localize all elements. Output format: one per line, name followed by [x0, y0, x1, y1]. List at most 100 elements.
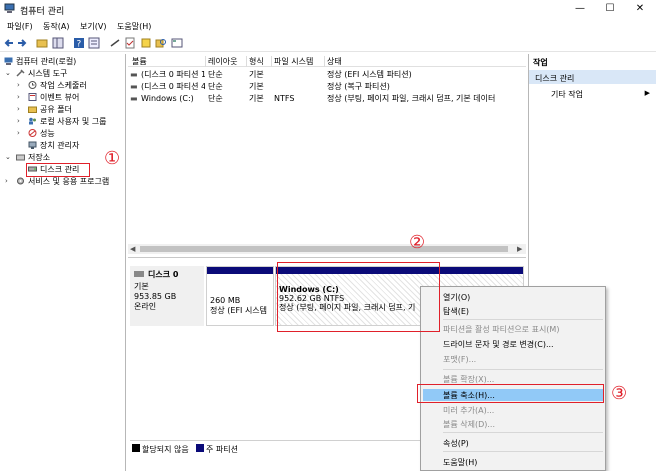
tree-task-scheduler[interactable]: 작업 스케줄러 — [28, 80, 87, 91]
menu-bar: 파일(F) 동작(A) 보기(V) 도움말(H) — [0, 19, 656, 33]
disk-type: 기본 — [134, 282, 149, 291]
shared-folder-icon — [28, 106, 37, 113]
menu-file[interactable]: 파일(F) — [7, 21, 33, 32]
computer-management-icon — [4, 3, 15, 13]
tree-system-tools[interactable]: 시스템 도구 — [16, 68, 67, 79]
scroll-left-icon[interactable]: ◀ — [130, 244, 135, 254]
table-row[interactable]: ▬ Windows (C:) 단순 기본 NTFS 정상 (부팅, 페이지 파일… — [128, 93, 526, 104]
table-row[interactable]: ▬ (디스크 0 파티션 4) 단순 기본 정상 (복구 파티션) — [128, 81, 526, 92]
clock-icon — [28, 81, 37, 89]
legend-unallocated-swatch — [132, 444, 140, 452]
menu-item-explore[interactable]: 탐색(E) — [443, 306, 469, 317]
menu-item-open[interactable]: 열기(O) — [443, 292, 470, 303]
partition-efi[interactable]: 260 MB 정상 (EFI 시스템 — [206, 266, 274, 326]
volume-icon: ▬ — [130, 94, 138, 103]
scrollbar-thumb[interactable] — [140, 246, 508, 252]
chevron-right-icon[interactable]: › — [17, 128, 20, 139]
performance-icon — [28, 129, 37, 137]
menu-separator — [443, 432, 603, 433]
close-button[interactable]: ✕ — [625, 0, 655, 18]
properties-icon[interactable] — [88, 37, 100, 49]
chevron-right-icon[interactable]: › — [17, 104, 20, 115]
menu-item-format: 포맷(F)... — [443, 355, 477, 364]
triangle-right-icon[interactable]: ▶ — [645, 89, 650, 97]
legend-primary-swatch — [196, 444, 204, 452]
tree-device-manager[interactable]: 장치 관리자 — [28, 140, 79, 151]
event-log-icon — [28, 93, 37, 101]
tree-storage[interactable]: 저장소 — [16, 152, 50, 163]
tree-shared-folders[interactable]: 공유 폴더 — [28, 104, 72, 115]
menu-item-delete-volume: 볼륨 삭제(D)... — [443, 420, 496, 429]
tree-services[interactable]: 서비스 및 응용 프로그램 — [16, 176, 109, 187]
column-type[interactable]: 형식 — [246, 56, 271, 67]
horizontal-scrollbar[interactable]: ◀ ▶ — [128, 244, 526, 254]
tree-performance[interactable]: 성능 — [28, 128, 55, 139]
scroll-right-icon[interactable]: ▶ — [517, 244, 522, 254]
menu-item-help[interactable]: 도움말(H) — [443, 457, 477, 468]
disk-status: 온라인 — [134, 302, 157, 311]
tree-local-users[interactable]: 로컬 사용자 및 그룹 — [28, 116, 107, 127]
minimize-button[interactable]: — — [565, 0, 595, 18]
actions-disk-management[interactable]: 디스크 관리 — [529, 70, 656, 84]
disk-size: 953.85 GB — [134, 292, 177, 301]
volume-icon: ▬ — [130, 70, 138, 79]
maximize-button[interactable]: ☐ — [595, 0, 625, 18]
tools-icon — [16, 69, 25, 77]
connect-icon[interactable] — [109, 37, 121, 49]
chevron-down-icon[interactable]: ⌄ — [5, 152, 11, 163]
storage-icon — [16, 154, 25, 161]
actions-header: 작업 — [533, 58, 548, 67]
annotation-box-2 — [277, 262, 440, 332]
window-title: 컴퓨터 관리 — [20, 7, 65, 17]
new-volume-icon[interactable] — [140, 37, 152, 49]
column-volume[interactable]: 볼륨 — [130, 56, 205, 67]
volume-list-header: 볼륨 레이아웃 형식 파일 시스템 상태 — [128, 56, 526, 67]
menu-item-change-drive-letter[interactable]: 드라이브 문자 및 경로 변경(C)... — [443, 339, 554, 350]
up-folder-icon[interactable] — [36, 37, 48, 49]
checklist-icon[interactable] — [124, 37, 136, 49]
annotation-number-1: ① — [104, 148, 121, 169]
navigation-tree: 컴퓨터 관리(로컬) ⌄ 시스템 도구 › 작업 스케줄러 › 이벤트 뷰어 ›… — [0, 54, 126, 471]
menu-separator — [443, 451, 603, 452]
forward-icon[interactable] — [16, 37, 28, 49]
menu-item-properties[interactable]: 속성(P) — [443, 438, 469, 449]
annotation-box-3 — [417, 384, 604, 403]
column-filesystem[interactable]: 파일 시스템 — [271, 56, 324, 67]
annotation-number-2: ② — [409, 232, 426, 253]
legend-unallocated: 할당되지 않음 — [142, 445, 189, 454]
actions-more[interactable]: 기타 작업 — [551, 89, 583, 100]
disk-name-row: 디스크 0 — [134, 270, 178, 280]
device-manager-icon — [28, 141, 37, 149]
back-icon[interactable] — [3, 37, 15, 49]
menu-separator — [443, 369, 603, 370]
title-bar: 컴퓨터 관리 — ☐ ✕ — [0, 0, 656, 18]
table-row[interactable]: ▬ (디스크 0 파티션 1) 단순 기본 정상 (EFI 시스템 파티션) — [128, 69, 526, 80]
menu-action[interactable]: 동작(A) — [43, 21, 69, 32]
computer-icon — [4, 57, 13, 65]
menu-view[interactable]: 보기(V) — [80, 21, 106, 32]
search-disk-icon[interactable] — [155, 37, 167, 49]
tree-root[interactable]: 컴퓨터 관리(로컬) — [4, 56, 76, 67]
partition-bar — [207, 267, 273, 274]
console-icon[interactable] — [171, 37, 183, 49]
disk-0-label[interactable]: 디스크 0 기본 953.85 GB 온라인 — [130, 266, 204, 326]
menu-item-mark-active: 파티션을 활성 파티션으로 표시(M) — [443, 325, 560, 334]
help-icon[interactable]: ? — [73, 37, 85, 49]
chevron-down-icon[interactable]: ⌄ — [5, 68, 11, 79]
column-status[interactable]: 상태 — [324, 56, 524, 67]
chevron-right-icon[interactable]: › — [17, 116, 20, 127]
volume-list: 볼륨 레이아웃 형식 파일 시스템 상태 ▬ (디스크 0 파티션 1) 단순 … — [128, 54, 526, 258]
volume-icon: ▬ — [130, 82, 138, 91]
annotation-box-1 — [26, 163, 90, 177]
chevron-right-icon[interactable]: › — [17, 92, 20, 103]
chevron-right-icon[interactable]: › — [17, 80, 20, 91]
annotation-number-3: ③ — [611, 383, 628, 404]
svg-text:?: ? — [77, 40, 82, 50]
toolbar: ? — [0, 35, 656, 52]
show-tree-icon[interactable] — [52, 37, 64, 49]
disk-icon — [134, 271, 144, 277]
chevron-right-icon[interactable]: › — [5, 176, 8, 187]
menu-help[interactable]: 도움말(H) — [117, 21, 151, 32]
column-layout[interactable]: 레이아웃 — [205, 56, 246, 67]
tree-event-viewer[interactable]: 이벤트 뷰어 — [28, 92, 79, 103]
